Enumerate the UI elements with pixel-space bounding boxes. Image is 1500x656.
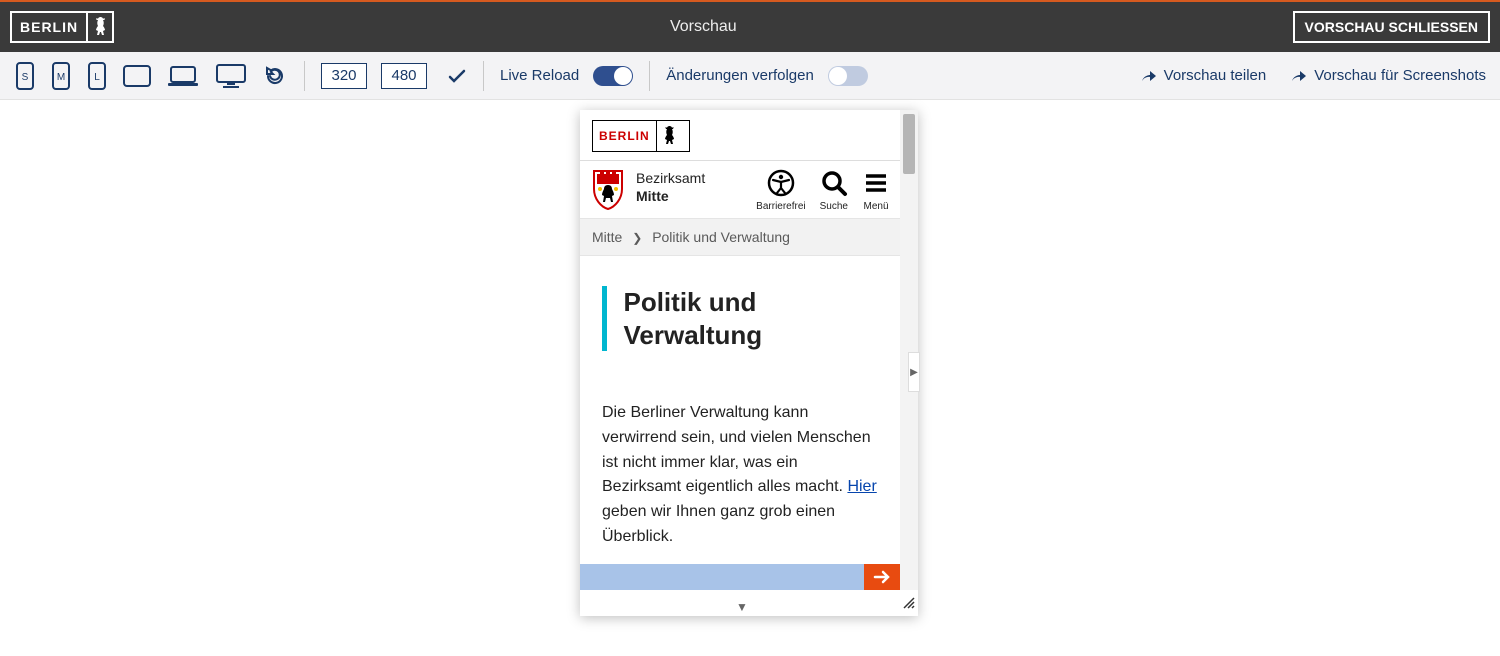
page-title: Politik und Verwaltung (623, 286, 878, 351)
device-presets: S M L (14, 61, 288, 91)
topbar-left: BERLIN (10, 11, 114, 43)
resize-handle[interactable] (900, 590, 918, 616)
device-phone-s-icon[interactable]: S (14, 61, 36, 91)
divider (483, 61, 484, 91)
horizontal-scroll-area: ▼ (580, 590, 900, 616)
svg-text:S: S (22, 72, 29, 83)
share-preview-label: Vorschau teilen (1164, 67, 1267, 84)
bear-icon (657, 121, 681, 151)
title-accent-bar (602, 286, 607, 351)
topbar-title: Vorschau (670, 18, 737, 36)
preview-frame: BERLIN (580, 110, 918, 616)
breadcrumb: Mitte ❯ Politik und Verwaltung (580, 218, 900, 256)
device-desktop-icon[interactable] (214, 63, 248, 89)
berlin-logo[interactable]: BERLIN (592, 120, 690, 152)
intro-text-after: geben wir Ihnen ganz grob einen Überblic… (602, 503, 835, 545)
svg-text:M: M (57, 72, 65, 83)
svg-text:L: L (94, 72, 100, 83)
topbar: BERLIN Vorschau VORSCHAU SCHLIESSEN (0, 2, 1500, 52)
footer-next-button[interactable] (864, 564, 900, 590)
accessibility-icon (767, 169, 795, 197)
search-button[interactable]: Suche (820, 169, 848, 212)
side-expand-button[interactable]: ▶ (908, 352, 920, 392)
live-reload-group: Live Reload (500, 66, 633, 86)
org-line1: Bezirksamt (636, 169, 705, 187)
apply-dimensions-button[interactable] (447, 66, 467, 86)
page-title-block: Politik und Verwaltung (580, 256, 900, 361)
content-footer-strip (580, 564, 900, 590)
search-label: Suche (820, 201, 848, 212)
footer-blue-area (580, 564, 864, 590)
berlin-logo-row: BERLIN (580, 110, 900, 160)
berlin-logo-text: BERLIN (593, 121, 657, 151)
divider (649, 61, 650, 91)
live-reload-toggle[interactable] (593, 66, 633, 86)
toolbar: S M L Live Reload Ände (0, 52, 1500, 100)
device-phone-l-icon[interactable]: L (86, 61, 108, 91)
bear-icon (88, 13, 112, 41)
app-logo-text: BERLIN (12, 13, 88, 41)
menu-icon (862, 169, 890, 197)
crest-icon (590, 169, 626, 211)
chevron-right-icon: ❯ (632, 231, 642, 245)
track-changes-label: Änderungen verfolgen (666, 67, 814, 84)
width-input[interactable] (321, 63, 367, 89)
share-icon (1140, 69, 1158, 83)
breadcrumb-current: Politik und Verwaltung (652, 229, 790, 245)
vertical-scrollbar[interactable] (900, 110, 918, 590)
intro-link[interactable]: Hier (847, 478, 876, 495)
dimension-group (321, 63, 467, 89)
reset-icon[interactable] (262, 63, 288, 89)
live-reload-label: Live Reload (500, 67, 579, 84)
intro-text-before: Die Berliner Verwaltung kann verwirrend … (602, 404, 871, 495)
app-logo[interactable]: BERLIN (10, 11, 114, 43)
preview-stage: BERLIN (0, 100, 1500, 656)
share-icon (1290, 69, 1308, 83)
header-actions: Barrierefrei Suche Menü (756, 169, 890, 212)
screenshots-preview-label: Vorschau für Screenshots (1314, 67, 1486, 84)
divider (304, 61, 305, 91)
accessibility-label: Barrierefrei (756, 201, 805, 212)
intro-paragraph: Die Berliner Verwaltung kann verwirrend … (580, 361, 900, 560)
device-laptop-icon[interactable] (166, 64, 200, 88)
menu-button[interactable]: Menü (862, 169, 890, 212)
org-line2: Mitte (636, 187, 705, 205)
chevron-down-icon[interactable]: ▼ (736, 600, 748, 614)
height-input[interactable] (381, 63, 427, 89)
site-header: Bezirksamt Mitte Barrierefrei Suc (580, 161, 900, 218)
preview-content: BERLIN (580, 110, 900, 590)
org-name: Bezirksamt Mitte (636, 169, 705, 205)
close-preview-button[interactable]: VORSCHAU SCHLIESSEN (1293, 11, 1490, 43)
screenshots-preview-link[interactable]: Vorschau für Screenshots (1290, 67, 1486, 84)
accessibility-button[interactable]: Barrierefrei (756, 169, 805, 212)
device-tablet-icon[interactable] (122, 64, 152, 88)
breadcrumb-root[interactable]: Mitte (592, 229, 622, 245)
share-preview-link[interactable]: Vorschau teilen (1140, 67, 1267, 84)
menu-label: Menü (863, 201, 888, 212)
search-icon (820, 169, 848, 197)
track-changes-toggle[interactable] (828, 66, 868, 86)
scrollbar-thumb[interactable] (903, 114, 915, 174)
track-changes-group: Änderungen verfolgen (666, 66, 868, 86)
device-phone-m-icon[interactable]: M (50, 61, 72, 91)
